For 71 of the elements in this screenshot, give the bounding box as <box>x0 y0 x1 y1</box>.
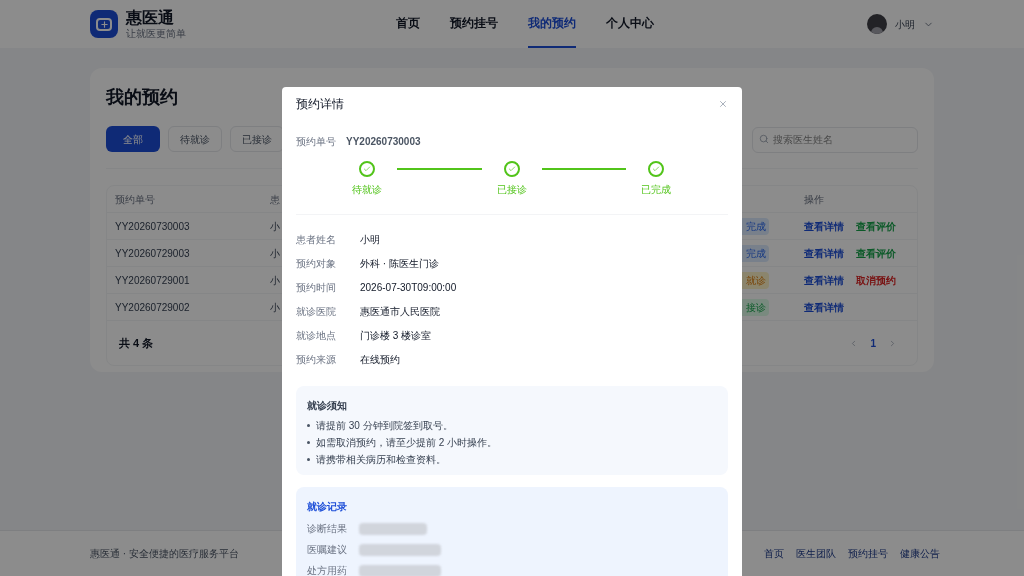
footer-link[interactable]: 健康公告 <box>900 546 940 561</box>
avatar[interactable] <box>867 14 887 34</box>
logo-icon <box>90 10 118 38</box>
bullet-icon <box>307 458 310 461</box>
field-label: 预约来源 <box>296 352 337 367</box>
field-value: 惠医通市人民医院 <box>360 304 440 319</box>
field-value: 门诊楼 3 楼诊室 <box>360 328 432 343</box>
order-number: YY20260730003 <box>346 135 421 149</box>
filter-tab[interactable]: 全部 <box>106 126 160 152</box>
action-link[interactable]: 取消预约 <box>856 272 896 288</box>
step-label: 已接诊 <box>496 183 527 197</box>
step-label: 已完成 <box>641 183 671 197</box>
table-cell: 小 <box>270 274 280 286</box>
footer-link[interactable]: 预约挂号 <box>848 546 888 561</box>
table-cell: 小 <box>270 220 280 232</box>
notice-item: 请提前 30 分钟到院签到取号。 <box>316 419 453 433</box>
brand-name: 惠医通 <box>126 7 175 28</box>
page-number[interactable]: 1 <box>870 335 876 351</box>
field-label: 处方用药 <box>307 564 348 576</box>
brand-slogan: 让就医更简单 <box>126 27 186 41</box>
page-title: 我的预约 <box>106 86 178 109</box>
field-label: 就诊医院 <box>296 304 337 319</box>
next-page-icon[interactable] <box>888 338 897 348</box>
table-cell: 小 <box>270 247 280 259</box>
user-name[interactable]: 小明 <box>895 16 915 32</box>
notice-item: 请携带相关病历和检查资料。 <box>316 453 446 467</box>
field-value: 在线预约 <box>360 352 400 367</box>
table-header: 预约单号 <box>115 193 155 205</box>
bullet-icon <box>307 424 310 427</box>
nav-tab[interactable]: 个人中心 <box>606 0 654 48</box>
action-link[interactable]: 查看评价 <box>856 218 896 234</box>
close-icon[interactable] <box>718 99 728 109</box>
table-cell: YY20260729003 <box>115 247 190 259</box>
nav-tab[interactable]: 预约挂号 <box>450 0 498 48</box>
notice-title: 就诊须知 <box>307 399 347 413</box>
action-link[interactable]: 查看详情 <box>804 245 844 261</box>
field-label: 预约对象 <box>296 256 337 271</box>
action-link[interactable]: 查看评价 <box>856 245 896 261</box>
filter-tab[interactable]: 待就诊 <box>168 126 222 152</box>
action-link[interactable]: 查看详情 <box>804 272 844 288</box>
field-label: 诊断结果 <box>307 522 348 536</box>
filter-tab[interactable]: 已接诊 <box>230 126 284 152</box>
table-cell: YY20260729002 <box>115 301 190 313</box>
table-cell: YY20260730003 <box>115 220 190 232</box>
nav-tab[interactable]: 首页 <box>396 0 420 48</box>
record-title: 就诊记录 <box>307 500 347 514</box>
blurred-value <box>359 522 427 535</box>
field-label: 患者姓名 <box>296 232 337 247</box>
nav-tab[interactable]: 我的预约 <box>528 0 576 48</box>
field-label: 预约单号 <box>296 135 336 149</box>
action-link[interactable]: 查看详情 <box>804 299 844 315</box>
dialog-title: 预约详情 <box>296 96 344 113</box>
field-label: 就诊地点 <box>296 328 337 343</box>
bullet-icon <box>307 441 310 444</box>
search-icon <box>759 134 769 144</box>
field-label: 预约时间 <box>296 280 337 295</box>
field-value: 外科 · 陈医生门诊 <box>360 256 439 271</box>
field-value: 小明 <box>360 232 380 247</box>
notice-item: 如需取消预约，请至少提前 2 小时操作。 <box>316 436 498 450</box>
table-header: 患 <box>270 193 280 205</box>
total-count: 共 4 条 <box>119 335 154 351</box>
field-label: 医嘱建议 <box>307 543 348 557</box>
action-link[interactable]: 查看详情 <box>804 218 844 234</box>
table-cell: 小 <box>270 301 280 313</box>
table-header: 操作 <box>804 192 824 207</box>
footer-link[interactable]: 首页 <box>764 546 784 561</box>
step-label: 待就诊 <box>352 183 382 197</box>
table-cell: YY20260729001 <box>115 274 190 286</box>
field-value: 2026-07-30T09:00:00 <box>360 280 457 295</box>
footer-link[interactable]: 医生团队 <box>796 546 836 561</box>
footer-text: 惠医通 · 安全便捷的医疗服务平台 <box>90 547 239 561</box>
